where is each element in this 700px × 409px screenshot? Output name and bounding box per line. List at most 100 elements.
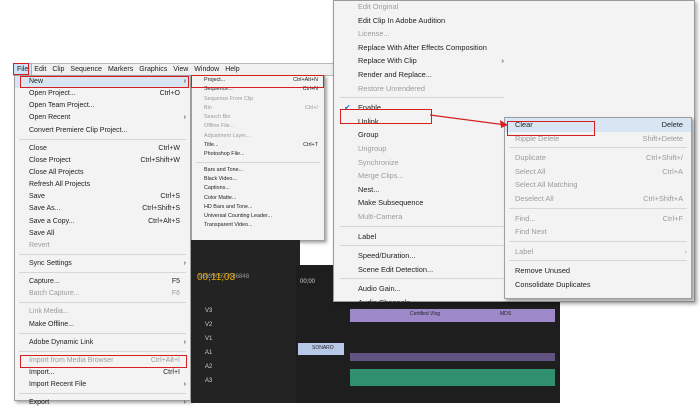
highlight-new xyxy=(20,76,189,88)
track-label-v2[interactable]: V2 xyxy=(205,322,212,328)
menu-item-label: Close xyxy=(29,144,47,152)
menu-item-label: Open Project... xyxy=(29,90,76,98)
clip-menu-item-multi-camera[interactable]: Multi-Camera xyxy=(336,210,508,224)
audio-clip-sonaro[interactable]: SONARO xyxy=(298,343,344,355)
track-label-a1[interactable]: A1 xyxy=(205,350,212,356)
file-menu-item-close-project[interactable]: Close Project Ctrl+Shift+W xyxy=(15,155,190,167)
file-menu-item-close-all-projects[interactable]: Close All Projects xyxy=(15,167,190,179)
file-menu-item-batch-capture[interactable]: Batch Capture... F6 xyxy=(15,288,190,300)
clip-menu-item-merge-clips[interactable]: Merge Clips... xyxy=(336,169,508,183)
clip-menu-item-synchronize[interactable]: Synchronize xyxy=(336,156,508,170)
clip-menu-item-scene-edit-detection[interactable]: Scene Edit Detection... xyxy=(336,263,508,277)
track-label-a2[interactable]: A2 xyxy=(205,364,212,370)
new-menu-item-sequence-from-clip[interactable]: Sequence From Clip xyxy=(192,95,324,104)
menubar-graphics[interactable]: Graphics xyxy=(136,64,170,75)
menu-item-label: License... xyxy=(358,29,390,39)
edit-menu-item-deselect-all[interactable]: Deselect All Ctrl+Shift+A xyxy=(505,192,691,206)
new-menu-item-captions[interactable]: Captions... xyxy=(192,184,324,193)
edit-menu-item-find-next[interactable]: Find Next xyxy=(505,225,691,239)
clip-menu-item-edit-original[interactable]: Edit Original xyxy=(336,0,508,14)
clip-menu-item-nest[interactable]: Nest... xyxy=(336,183,508,197)
track-label-a3[interactable]: A3 xyxy=(205,378,212,384)
menubar-view[interactable]: View xyxy=(170,64,191,75)
menu-item-label: Offline File... xyxy=(204,123,235,130)
clip-menu-item-label[interactable]: Label xyxy=(336,230,508,244)
menu-item-label: Replace With Clip xyxy=(358,56,417,66)
clip-menu-item-make-subsequence[interactable]: Make Subsequence xyxy=(336,196,508,210)
new-menu-item-bars-and-tone[interactable]: Bars and Tone... xyxy=(192,166,324,175)
file-menu-item-open-project[interactable]: Open Project... Ctrl+O xyxy=(15,88,190,100)
edit-menu-item-select-all[interactable]: Select All Ctrl+A xyxy=(505,165,691,179)
file-menu-item-convert-premiere-clip-project[interactable]: Convert Premiere Clip Project... xyxy=(15,125,190,137)
menubar-markers[interactable]: Markers xyxy=(105,64,136,75)
menubar-edit[interactable]: Edit xyxy=(31,64,49,75)
edit-menu-item-duplicate[interactable]: Duplicate Ctrl+Shift+/ xyxy=(505,151,691,165)
new-submenu: Project... Ctrl+Alt+N Sequence... Ctrl+N Seq… xyxy=(191,75,325,241)
clip-menu-item-speed-duration[interactable]: Speed/Duration... xyxy=(336,249,508,263)
clip-menu-item-restore-unrendered[interactable]: Restore Unrendered xyxy=(336,82,508,96)
clip-label-sonaro: SONARO xyxy=(312,345,334,351)
clip-menu-item-render-and-replace[interactable]: Render and Replace... xyxy=(336,68,508,82)
file-menu-item-save-a-copy[interactable]: Save a Copy... Ctrl+Alt+S xyxy=(15,216,190,228)
file-menu-item-link-media[interactable]: Link Media... xyxy=(15,306,190,318)
file-menu-item-revert[interactable]: Revert xyxy=(15,240,190,252)
linked-clip[interactable] xyxy=(350,353,555,361)
clip-menu-item-replace-with-clip[interactable]: Replace With Clip › xyxy=(336,54,508,68)
menubar-help[interactable]: Help xyxy=(222,64,242,75)
clip-menu-item-ungroup[interactable]: Ungroup xyxy=(336,142,508,156)
file-menu-item-save-as[interactable]: Save As... Ctrl+Shift+S xyxy=(15,203,190,215)
new-menu-item-offline-file[interactable]: Offline File... xyxy=(192,122,324,131)
new-menu-item-hd-bars-and-tone[interactable]: HD Bars and Tone... xyxy=(192,203,324,212)
edit-menu-item-label[interactable]: Label › xyxy=(505,245,691,259)
audio-waveform-clip[interactable] xyxy=(350,369,555,386)
menu-item-label: Edit Clip In Adobe Audition xyxy=(358,15,446,25)
clip-context-menu: Edit Original Edit Clip In Adobe Audition… xyxy=(336,0,508,307)
clip-menu-item-edit-clip-in-adobe-audition[interactable]: Edit Clip In Adobe Audition xyxy=(336,14,508,28)
file-menu-item-open-recent[interactable]: Open Recent › xyxy=(15,112,190,124)
edit-menu-item-select-all-matching[interactable]: Select All Matching xyxy=(505,178,691,192)
track-label-v1[interactable]: V1 xyxy=(205,336,212,342)
file-menu-item-refresh-all-projects[interactable]: Refresh All Projects xyxy=(15,179,190,191)
clip-menu-item-replace-with-after-effects-composition[interactable]: Replace With After Effects Composition xyxy=(336,41,508,55)
arrow-connector xyxy=(429,114,508,128)
new-menu-item-black-video[interactable]: Black Video... xyxy=(192,175,324,184)
video-clip[interactable]: Certified Vlog MDS xyxy=(350,309,555,322)
new-menu-item-search-bin[interactable]: Search Bin xyxy=(192,113,324,122)
file-menu-item-sync-settings[interactable]: Sync Settings › xyxy=(15,258,190,270)
clip-menu-item-audio-channels[interactable]: Audio Channels... xyxy=(336,296,508,310)
clip-menu-item-group[interactable]: Group xyxy=(336,128,508,142)
new-menu-item-bin[interactable]: Bin Ctrl+/ xyxy=(192,104,324,113)
file-menu-item-capture[interactable]: Capture... F5 xyxy=(15,276,190,288)
new-menu-item-transparent-video[interactable]: Transparent Video... xyxy=(192,221,324,230)
menu-item-label: Save xyxy=(29,193,45,201)
clip-menu-item-license[interactable]: License... xyxy=(336,27,508,41)
new-menu-item-color-matte[interactable]: Color Matte... xyxy=(192,194,324,203)
new-menu-item-photoshop-file[interactable]: Photoshop File... xyxy=(192,150,324,159)
menubar-clip[interactable]: Clip xyxy=(49,64,67,75)
track-label-v3[interactable]: V3 xyxy=(205,308,212,314)
edit-menu-item-remove-unused[interactable]: Remove Unused xyxy=(505,264,691,278)
file-menu-item-open-team-project[interactable]: Open Team Project... xyxy=(15,100,190,112)
new-menu-item-adjustment-layer[interactable]: Adjustment Layer... xyxy=(192,132,324,141)
chevron-right-icon: › xyxy=(183,114,186,122)
menubar-sequence[interactable]: Sequence xyxy=(67,64,105,75)
file-menu-item-adobe-dynamic-link[interactable]: Adobe Dynamic Link › xyxy=(15,337,190,349)
file-menu-item-import[interactable]: Import... Ctrl+I xyxy=(15,367,190,379)
new-menu-item-universal-counting-leader[interactable]: Universal Counting Leader... xyxy=(192,212,324,221)
clip-menu-item-audio-gain[interactable]: Audio Gain... xyxy=(336,282,508,296)
menu-item-label: Select All xyxy=(515,166,546,176)
file-menu-item-save[interactable]: Save Ctrl+S xyxy=(15,191,190,203)
edit-menu-item-consolidate-duplicates[interactable]: Consolidate Duplicates xyxy=(505,278,691,292)
file-menu-item-save-all[interactable]: Save All xyxy=(15,228,190,240)
menu-item-label: Save All xyxy=(29,229,55,237)
file-menu-item-close[interactable]: Close Ctrl+W xyxy=(15,143,190,155)
file-menu-item-make-offline[interactable]: Make Offline... xyxy=(15,319,190,331)
file-menu-item-import-recent-file[interactable]: Import Recent File › xyxy=(15,379,190,391)
highlight-file xyxy=(13,63,29,75)
new-menu-item-title[interactable]: Title... Ctrl+T xyxy=(192,141,324,150)
menu-item-label: Replace With After Effects Composition xyxy=(358,42,487,52)
menu-item-label: Select All Matching xyxy=(515,180,578,190)
edit-menu-item-find[interactable]: Find... Ctrl+F xyxy=(505,212,691,226)
file-menu-item-export[interactable]: Export › xyxy=(15,397,190,409)
menubar-window[interactable]: Window xyxy=(191,64,222,75)
